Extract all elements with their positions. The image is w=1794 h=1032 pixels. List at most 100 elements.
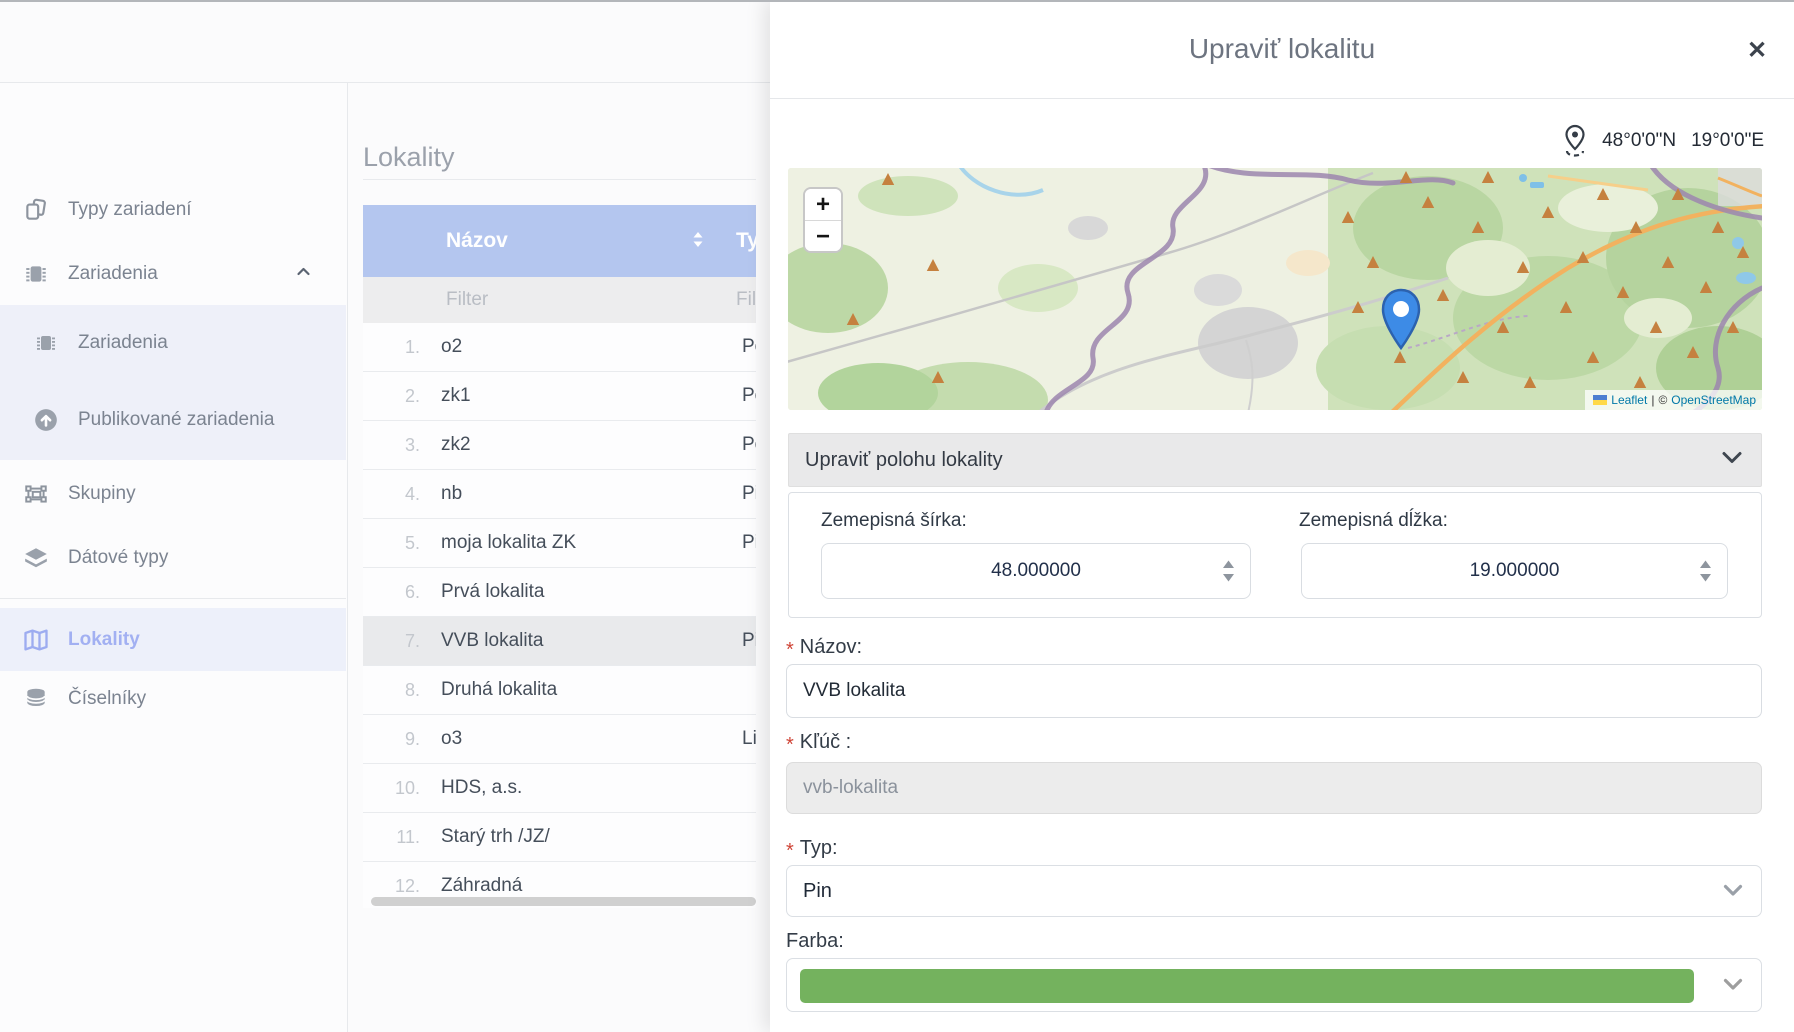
latitude-input[interactable] [822, 544, 1250, 598]
row-name: Starý trh /JZ/ [420, 826, 726, 848]
column-header-label: Názov [446, 229, 508, 253]
table-row[interactable]: 6. Prvá lokalita [363, 568, 756, 617]
table-row[interactable]: 5. moja lokalita ZK Pin [363, 519, 756, 568]
sidebar-item-label: Zariadenia [68, 263, 158, 285]
sidebar-item-publikovane-zariadenia[interactable]: Publikované zariadenia [0, 397, 346, 443]
sidebar-item-label: Publikované zariadenia [78, 409, 274, 431]
row-name: o3 [420, 728, 726, 750]
sidebar-item-lokality[interactable]: Lokality [0, 617, 346, 663]
color-label: Farba: [786, 927, 844, 955]
row-number: 1. [363, 337, 420, 358]
row-type: Poly [726, 336, 756, 358]
coordinates-fieldset: Zemepisná šírka: Zemepisná dĺžka: [788, 492, 1762, 618]
row-number: 2. [363, 386, 420, 407]
sidebar-item-skupiny[interactable]: Skupiny [0, 471, 346, 517]
title-divider [363, 179, 756, 180]
localities-table: Názov Typ Filter Filter 1. o2 Poly 2. zk… [363, 205, 756, 908]
sidebar-item-label: Lokality [68, 629, 140, 651]
sidebar-item-datove-typy[interactable]: Dátové typy [0, 535, 346, 581]
table-row[interactable]: 3. zk2 Poly [363, 421, 756, 470]
table-row[interactable]: 8. Druhá lokalita [363, 666, 756, 715]
required-asterisk: * [786, 639, 794, 662]
table-row[interactable]: 10. HDS, a.s. [363, 764, 756, 813]
required-asterisk: * [786, 734, 794, 757]
name-field[interactable] [786, 664, 1762, 718]
table-row[interactable]: 1. o2 Poly [363, 323, 756, 372]
longitude-input-wrap [1301, 543, 1728, 599]
longitude-input[interactable] [1302, 544, 1727, 598]
leaflet-link[interactable]: Leaflet [1611, 393, 1647, 407]
database-icon [17, 686, 54, 712]
type-select[interactable]: Pin [786, 865, 1762, 917]
table-row[interactable]: 4. nb Pin [363, 470, 756, 519]
device-types-icon [17, 197, 54, 223]
key-field [786, 762, 1762, 814]
chevron-down-icon [1721, 451, 1743, 470]
sidebar-divider [0, 598, 346, 599]
longitude-stepper[interactable] [1698, 560, 1713, 582]
layers-icon [17, 545, 54, 571]
column-header-nazov[interactable]: Názov [420, 229, 726, 253]
sidebar-item-typy-zariadeni[interactable]: Typy zariadení [0, 187, 346, 233]
osm-link[interactable]: OpenStreetMap [1671, 393, 1756, 407]
color-select[interactable] [786, 958, 1762, 1012]
publish-icon [27, 407, 64, 433]
window-top-edge [0, 0, 1794, 2]
filter-input-typ[interactable]: Filter [726, 289, 756, 311]
map-tiles [788, 168, 1762, 410]
horizontal-scrollbar[interactable] [371, 897, 756, 906]
collapse-bar-label: Upraviť polohu lokality [805, 449, 1003, 472]
row-number: 10. [363, 778, 420, 799]
row-number: 4. [363, 484, 420, 505]
filter-input-nazov[interactable]: Filter [420, 289, 726, 311]
table-header-row: Názov Typ [363, 205, 756, 277]
latitude-readout: 48°0'0"N [1602, 130, 1676, 152]
row-name: VVB lokalita [420, 630, 726, 652]
row-type: Pin [726, 483, 756, 505]
main-content: Lokality Názov Typ Filter Filter 1. [363, 142, 756, 173]
sort-icon[interactable] [692, 229, 704, 253]
map-attribution: Leaflet | © OpenStreetMap [1585, 390, 1762, 410]
sidebar-item-label: Číselníky [68, 688, 146, 710]
table-body: 1. o2 Poly 2. zk1 Poly 3. zk2 Poly 4. nb… [363, 323, 756, 908]
table-row[interactable]: 2. zk1 Poly [363, 372, 756, 421]
table-row[interactable]: 7. VVB lokalita Pin [363, 617, 756, 666]
chip-icon [27, 331, 64, 355]
app-window: Typy zariadení Zariadenia Zariadenia Pub… [0, 0, 1794, 1032]
table-row[interactable]: 11. Starý trh /JZ/ [363, 813, 756, 862]
zoom-in-button[interactable]: + [805, 189, 841, 220]
sidebar-item-zariadenia[interactable]: Zariadenia [0, 320, 346, 366]
edit-locality-drawer: Upraviť lokalitu ✕ 48°0'0"N 19°0'0"E [770, 0, 1794, 1032]
edit-position-collapse-bar[interactable]: Upraviť polohu lokality [788, 433, 1762, 487]
sidebar-item-zariadenia-group[interactable]: Zariadenia [0, 251, 346, 297]
sidebar-item-ciselniky[interactable]: Číselníky [0, 676, 346, 722]
column-header-typ[interactable]: Typ [726, 229, 756, 253]
sidebar-item-label: Typy zariadení [68, 199, 192, 221]
type-select-value: Pin [803, 880, 832, 903]
map-pin-icon[interactable] [1381, 288, 1421, 357]
latitude-stepper[interactable] [1221, 560, 1236, 582]
table-filter-row: Filter Filter [363, 277, 756, 323]
row-number: 3. [363, 435, 420, 456]
row-name: moja lokalita ZK [420, 532, 726, 554]
row-name: HDS, a.s. [420, 777, 726, 799]
chevron-up-icon[interactable] [295, 264, 312, 284]
row-name: Prvá lokalita [420, 581, 726, 603]
zoom-out-button[interactable]: − [805, 221, 841, 252]
sidebar-item-label: Zariadenia [78, 332, 168, 354]
row-name: zk2 [420, 434, 726, 456]
leaflet-map[interactable]: + − Leaflet | © OpenStreetMap [788, 168, 1762, 410]
row-type: Poly [726, 434, 756, 456]
row-number: 6. [363, 582, 420, 603]
map-zoom-control: + − [803, 187, 843, 253]
longitude-readout: 19°0'0"E [1691, 130, 1764, 152]
close-icon[interactable]: ✕ [1740, 34, 1774, 68]
row-type: Pin [726, 532, 756, 554]
row-name: Záhradná [420, 875, 726, 897]
table-row[interactable]: 9. o3 Line [363, 715, 756, 764]
row-type: Poly [726, 385, 756, 407]
latitude-label: Zemepisná šírka: [821, 510, 967, 532]
row-name: nb [420, 483, 726, 505]
sidebar: Typy zariadení Zariadenia Zariadenia Pub… [0, 83, 347, 1032]
row-name: Druhá lokalita [420, 679, 726, 701]
